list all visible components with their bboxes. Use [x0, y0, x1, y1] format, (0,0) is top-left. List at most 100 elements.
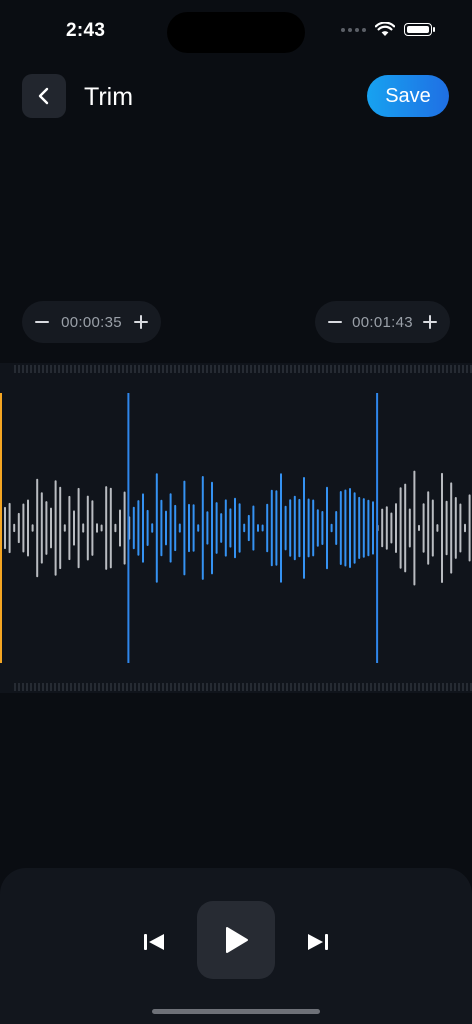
- waveform-bar: [293, 495, 296, 561]
- ruler-tick: [138, 683, 140, 691]
- waveform-bar: [183, 480, 186, 576]
- ruler-tick: [86, 683, 88, 691]
- skip-back-icon: [144, 934, 164, 950]
- waveform-bar: [77, 487, 80, 569]
- waveform-bar: [441, 472, 443, 583]
- ruler-tick: [126, 683, 128, 691]
- ruler-tick: [30, 683, 32, 691]
- waveform-bar: [459, 503, 462, 553]
- ruler-tick: [178, 683, 180, 691]
- ruler-tick: [202, 683, 204, 691]
- ruler-tick: [130, 683, 132, 691]
- waveform-bar: [174, 504, 177, 552]
- ruler-tick: [78, 683, 80, 691]
- save-button[interactable]: Save: [367, 75, 449, 117]
- skip-back-button[interactable]: [140, 928, 168, 956]
- waveform-bar: [372, 501, 374, 555]
- waveform-bar: [316, 509, 319, 547]
- waveform-bar: [275, 490, 278, 566]
- waveform-bar: [422, 503, 425, 553]
- waveform-bar: [367, 499, 370, 557]
- waveform-bar: [59, 486, 62, 570]
- ruler-tick: [426, 683, 428, 691]
- ruler-tick: [442, 683, 444, 691]
- waveform-bar: [132, 506, 135, 550]
- waveform-bar: [31, 524, 34, 532]
- waveform-bar: [418, 524, 420, 531]
- start-time-decrease-button[interactable]: [34, 314, 50, 330]
- ruler-tick: [190, 683, 192, 691]
- ruler-tick: [342, 683, 344, 691]
- waveform-bar: [381, 508, 384, 548]
- waveform-bar: [86, 495, 89, 561]
- waveform-bar: [404, 483, 407, 573]
- start-time-increase-button[interactable]: [133, 314, 149, 330]
- ruler-tick: [302, 683, 304, 691]
- waveform-bar: [63, 524, 66, 532]
- waveform-bar: [408, 508, 411, 548]
- waveform-bar: [252, 505, 255, 551]
- waveform-bar: [436, 524, 439, 532]
- end-time-increase-button[interactable]: [422, 314, 438, 330]
- waveform-bar: [358, 496, 361, 559]
- ruler-tick: [278, 683, 280, 691]
- ruler-tick: [106, 683, 108, 691]
- waveform[interactable]: [0, 363, 472, 693]
- waveform-bar: [192, 504, 195, 552]
- ruler-tick: [326, 683, 328, 691]
- ruler-tick: [26, 683, 28, 691]
- ruler-tick: [358, 683, 360, 691]
- waveform-bar: [234, 497, 236, 559]
- play-button[interactable]: [197, 901, 275, 979]
- signal-dots-icon: [341, 27, 366, 32]
- waveform-bar: [238, 503, 241, 553]
- start-time-control: 00:00:35: [22, 301, 161, 343]
- waveform-bar: [385, 506, 388, 550]
- back-button[interactable]: [22, 74, 66, 118]
- ruler-tick: [14, 683, 16, 691]
- waveform-bar: [321, 511, 324, 545]
- ruler-tick: [18, 683, 20, 691]
- waveform-bar: [54, 480, 57, 576]
- waveform-area[interactable]: [0, 363, 472, 693]
- end-time-decrease-button[interactable]: [327, 314, 343, 330]
- ruler-tick: [298, 683, 300, 691]
- waveform-bar: [220, 513, 223, 543]
- ruler-tick: [134, 683, 136, 691]
- battery-icon: [404, 23, 435, 36]
- waveform-bar: [289, 499, 292, 557]
- waveform-bar: [8, 502, 11, 554]
- ruler-tick: [406, 683, 408, 691]
- ruler-tick: [158, 683, 160, 691]
- waveform-bar: [454, 497, 457, 559]
- waveform-bar: [247, 514, 250, 542]
- waveform-bar: [22, 503, 25, 553]
- ruler-tick: [286, 683, 288, 691]
- waveform-bar: [298, 498, 301, 558]
- ruler-tick: [422, 683, 424, 691]
- waveform-bar: [137, 500, 140, 556]
- waveform-bar: [105, 486, 108, 570]
- ruler-tick: [274, 683, 276, 691]
- skip-forward-button[interactable]: [304, 928, 332, 956]
- ruler-tick: [246, 683, 248, 691]
- ruler-tick: [454, 683, 456, 691]
- waveform-bar: [399, 487, 402, 569]
- waveform-bar: [17, 512, 20, 544]
- status-time: 2:43: [66, 20, 106, 41]
- ruler-tick: [242, 683, 244, 691]
- waveform-bar: [36, 478, 39, 578]
- ruler-tick: [42, 683, 44, 691]
- waveform-bar: [4, 506, 6, 550]
- ruler-tick: [234, 683, 236, 691]
- waveform-bar: [468, 494, 471, 562]
- waveform-bar: [27, 499, 29, 557]
- ruler-tick: [386, 683, 388, 691]
- playhead[interactable]: [0, 393, 2, 663]
- trim-start-handle[interactable]: [127, 393, 130, 663]
- ruler-tick: [418, 683, 420, 691]
- status-icons: [341, 22, 435, 37]
- end-time-control: 00:01:43: [315, 301, 450, 343]
- start-time-value: 00:00:35: [61, 313, 122, 331]
- trim-end-handle[interactable]: [376, 393, 379, 663]
